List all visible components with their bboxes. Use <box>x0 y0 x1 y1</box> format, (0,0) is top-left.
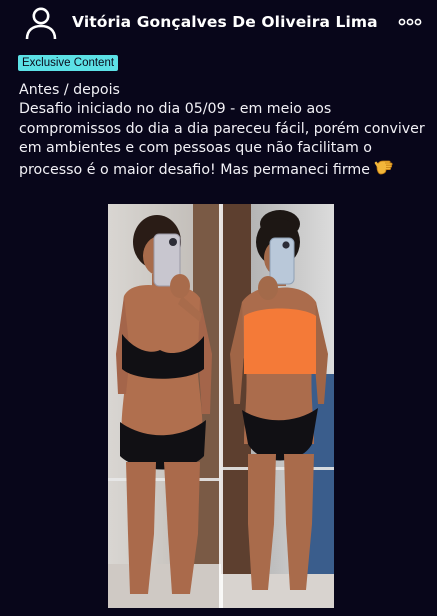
author-name[interactable]: Vitória Gonçalves De Oliveira Lima <box>72 13 378 31</box>
post-card: Vitória Gonçalves De Oliveira Lima Exclu… <box>0 0 437 616</box>
exclusive-content-badge: Exclusive Content <box>18 55 119 71</box>
user-avatar-icon[interactable] <box>24 6 58 40</box>
more-options-icon[interactable] <box>398 16 422 28</box>
post-title-line: Antes / depois <box>19 82 120 98</box>
post-text: Antes / depois Desafio iniciado no dia 0… <box>19 81 429 180</box>
post-header: Vitória Gonçalves De Oliveira Lima <box>0 0 437 50</box>
hand-emoji-icon <box>374 160 393 175</box>
before-after-photo[interactable] <box>108 204 334 608</box>
post-body: Desafio iniciado no dia 05/09 - em meio … <box>19 101 425 179</box>
post-body-wrapper: Desafio iniciado no dia 05/09 - em meio … <box>19 100 429 180</box>
